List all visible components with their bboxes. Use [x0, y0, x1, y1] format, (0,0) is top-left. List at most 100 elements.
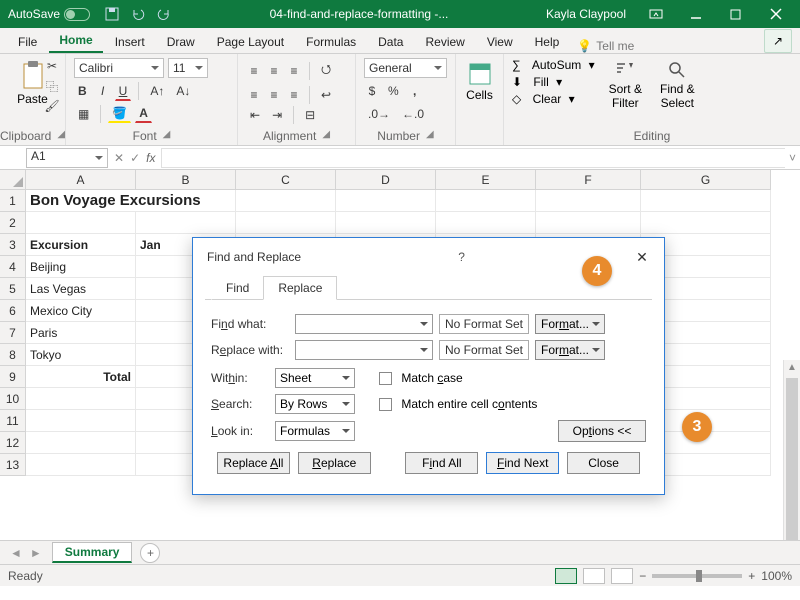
cell[interactable]: Total	[26, 366, 136, 388]
ribbon-options-icon[interactable]	[636, 0, 676, 28]
dialog-launcher-icon[interactable]: ◢	[57, 129, 65, 143]
save-icon[interactable]	[104, 6, 120, 22]
col-header-e[interactable]: E	[436, 170, 536, 190]
replace-all-button[interactable]: Replace All	[217, 452, 290, 474]
cut-icon[interactable]: ✂	[44, 58, 60, 74]
cell[interactable]	[26, 432, 136, 454]
increase-indent-icon[interactable]: ⇥	[268, 106, 286, 124]
user-name[interactable]: Kayla Claypool	[546, 7, 626, 21]
normal-view-icon[interactable]	[555, 568, 577, 584]
cell[interactable]: Paris	[26, 322, 136, 344]
cell[interactable]: Mexico City	[26, 300, 136, 322]
prev-sheet-icon[interactable]: ◄	[10, 546, 22, 560]
row-header[interactable]: 1	[0, 190, 26, 212]
increase-font-icon[interactable]: A↑	[146, 82, 168, 100]
cell[interactable]	[236, 190, 336, 212]
undo-icon[interactable]	[130, 6, 146, 22]
find-what-input[interactable]	[295, 314, 433, 334]
replace-format-button[interactable]: Format...	[535, 340, 605, 360]
accounting-format-icon[interactable]: $	[364, 82, 380, 100]
page-layout-view-icon[interactable]	[583, 568, 605, 584]
bold-button[interactable]: B	[74, 82, 91, 100]
zoom-in-button[interactable]: +	[748, 569, 755, 583]
redo-icon[interactable]	[156, 6, 172, 22]
align-center-icon[interactable]: ≡	[266, 86, 282, 104]
row-header[interactable]: 8	[0, 344, 26, 366]
cell[interactable]	[641, 190, 771, 212]
fill-color-icon[interactable]: 🪣	[108, 104, 131, 123]
find-select-button[interactable]: Find & Select	[656, 58, 699, 112]
col-header-f[interactable]: F	[536, 170, 641, 190]
align-bottom-icon[interactable]: ≡	[286, 62, 302, 80]
zoom-slider[interactable]	[652, 574, 742, 578]
cell[interactable]	[641, 212, 771, 234]
copy-icon[interactable]: ⿻	[44, 78, 60, 94]
cell[interactable]	[436, 190, 536, 212]
cell[interactable]: Las Vegas	[26, 278, 136, 300]
comma-format-icon[interactable]: ,	[407, 82, 423, 100]
find-all-button[interactable]: Find All	[405, 452, 478, 474]
cell[interactable]: Bon Voyage Excursions	[26, 190, 236, 212]
row-header[interactable]: 11	[0, 410, 26, 432]
tab-help[interactable]: Help	[525, 30, 570, 53]
decrease-decimal-icon[interactable]: ←.0	[398, 105, 428, 123]
cell[interactable]: Excursion	[26, 234, 136, 256]
sort-filter-button[interactable]: Sort & Filter	[605, 58, 646, 112]
tab-review[interactable]: Review	[415, 30, 474, 53]
formula-bar[interactable]	[161, 148, 785, 168]
tab-formulas[interactable]: Formulas	[296, 30, 366, 53]
cancel-formula-icon[interactable]: ✕	[114, 151, 124, 165]
fill-button[interactable]: ⬇ Fill ▾	[512, 75, 595, 89]
row-header[interactable]: 9	[0, 366, 26, 388]
cell[interactable]	[26, 454, 136, 476]
dialog-close-button[interactable]: ✕	[628, 246, 656, 268]
font-size-combo[interactable]: 11	[168, 58, 208, 78]
align-top-icon[interactable]: ≡	[246, 62, 262, 80]
toggle-off-icon[interactable]	[64, 8, 90, 21]
lookin-select[interactable]: Formulas	[275, 421, 355, 441]
col-header-d[interactable]: D	[336, 170, 436, 190]
next-sheet-icon[interactable]: ►	[30, 546, 42, 560]
cell[interactable]	[536, 190, 641, 212]
col-header-a[interactable]: A	[26, 170, 136, 190]
row-header[interactable]: 6	[0, 300, 26, 322]
select-all-corner[interactable]	[0, 170, 26, 190]
font-color-icon[interactable]: A	[135, 104, 152, 123]
col-header-g[interactable]: G	[641, 170, 771, 190]
cell[interactable]	[336, 190, 436, 212]
sheet-tab-summary[interactable]: Summary	[52, 542, 133, 563]
cells-button[interactable]: Cells	[464, 58, 495, 104]
tab-data[interactable]: Data	[368, 30, 413, 53]
align-right-icon[interactable]: ≡	[286, 86, 302, 104]
cell[interactable]	[26, 212, 136, 234]
merge-center-icon[interactable]: ⊟	[301, 106, 319, 124]
cell[interactable]	[536, 212, 641, 234]
options-button[interactable]: Options <<	[558, 420, 646, 442]
vertical-scrollbar[interactable]: ▲▼	[783, 360, 800, 540]
clear-button[interactable]: ◇ Clear ▾	[512, 92, 595, 106]
zoom-out-button[interactable]: −	[639, 569, 646, 583]
row-header[interactable]: 4	[0, 256, 26, 278]
increase-decimal-icon[interactable]: .0→	[364, 105, 394, 123]
replace-button[interactable]: Replace	[298, 452, 371, 474]
close-button[interactable]: Close	[567, 452, 640, 474]
tab-insert[interactable]: Insert	[105, 30, 155, 53]
name-box[interactable]: A1	[26, 148, 108, 168]
underline-button[interactable]: U	[115, 82, 132, 101]
row-header[interactable]: 3	[0, 234, 26, 256]
dialog-launcher-icon[interactable]: ◢	[426, 129, 434, 143]
minimize-icon[interactable]	[676, 0, 716, 28]
orientation-icon[interactable]: ⭯	[317, 58, 335, 83]
dialog-launcher-icon[interactable]: ◢	[163, 129, 171, 143]
match-case-checkbox[interactable]	[379, 372, 392, 385]
autosum-button[interactable]: ∑ AutoSum ▾	[512, 58, 595, 72]
row-header[interactable]: 5	[0, 278, 26, 300]
within-select[interactable]: Sheet	[275, 368, 355, 388]
font-name-combo[interactable]: Calibri	[74, 58, 164, 78]
decrease-indent-icon[interactable]: ⇤	[246, 106, 264, 124]
tab-view[interactable]: View	[477, 30, 523, 53]
search-select[interactable]: By Rows	[275, 394, 355, 414]
dialog-tab-find[interactable]: Find	[211, 276, 263, 300]
col-header-b[interactable]: B	[136, 170, 236, 190]
autosave-toggle[interactable]: AutoSave	[8, 7, 90, 21]
